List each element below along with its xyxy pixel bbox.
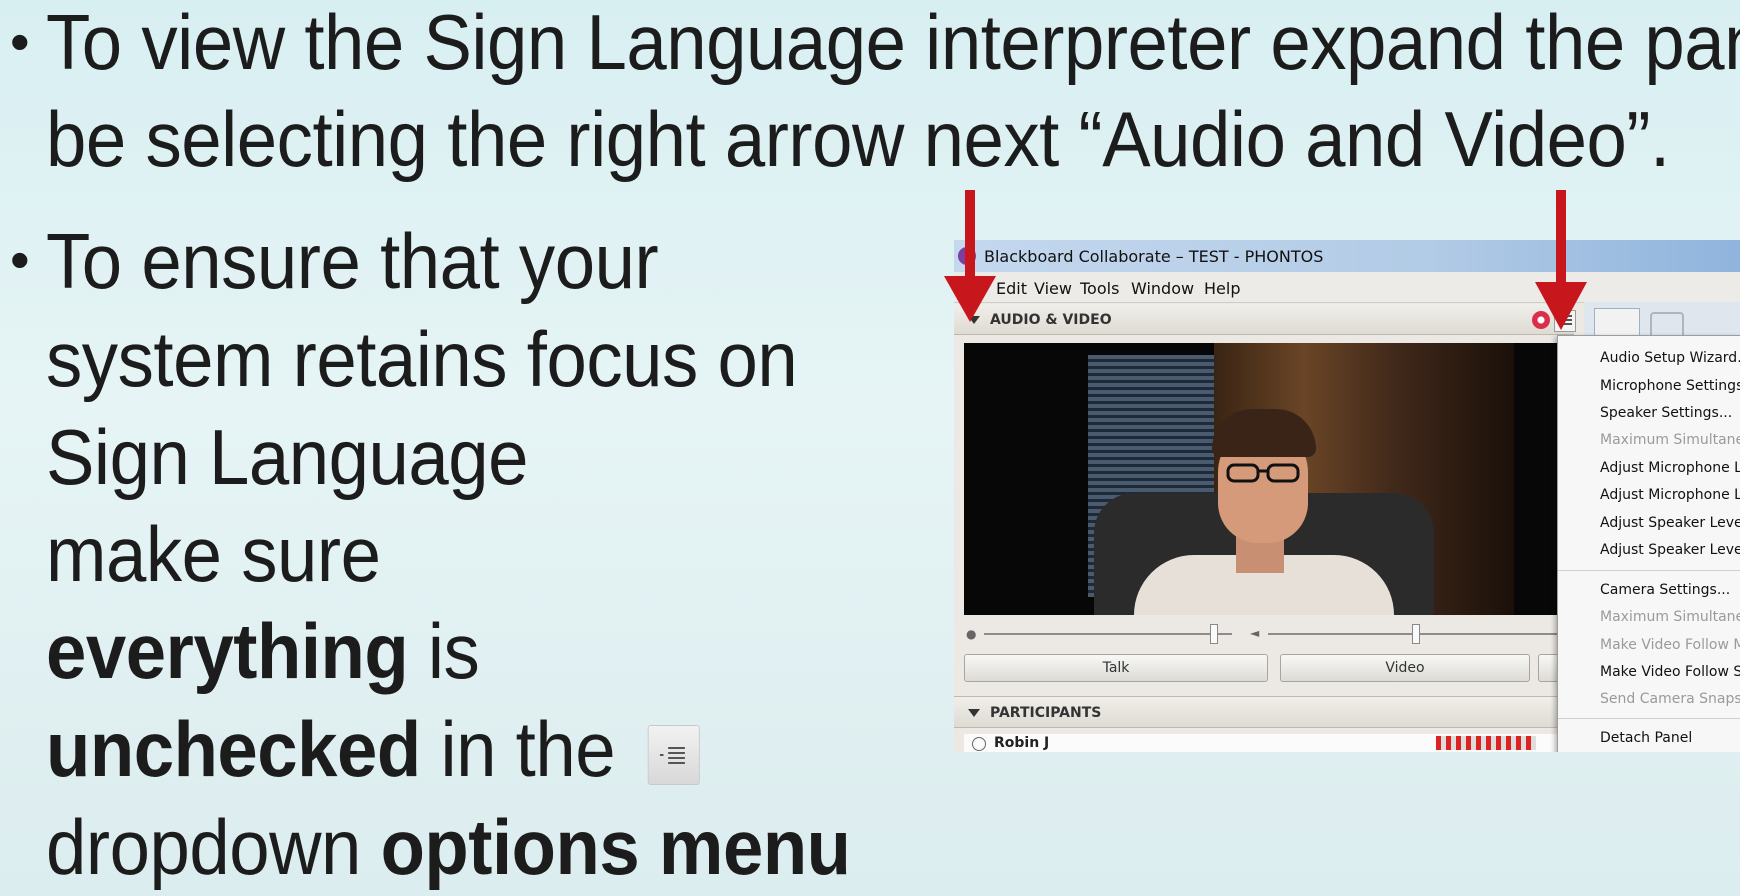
red-arrow-right: [1535, 190, 1587, 330]
menu-item-adjust-speaker-level-up[interactable]: Adjust Speaker Level U: [1600, 515, 1740, 531]
participants-label: PARTICIPANTS: [990, 705, 1102, 721]
menu-item-speaker-settings[interactable]: Speaker Settings...: [1600, 405, 1740, 421]
bullet2-line1: To ensure that your: [46, 217, 659, 305]
microphone-slider-track[interactable]: [984, 633, 1232, 635]
window-title: Blackboard Collaborate – TEST - PHONTOS: [984, 247, 1324, 266]
video-button[interactable]: Video: [1280, 654, 1530, 682]
volume-sliders: ● ◄: [964, 624, 1560, 644]
glasses: [1226, 463, 1300, 483]
speaker-slider-handle[interactable]: [1412, 624, 1420, 644]
text-dropdown: dropdown: [46, 803, 381, 891]
video-feed: [964, 343, 1560, 615]
menu-bar: Edit View Tools Window Help: [954, 272, 1740, 303]
menu-separator: [1558, 570, 1740, 571]
bullet2-line7: dropdown options menu: [46, 808, 851, 886]
talk-button[interactable]: Talk: [964, 654, 1268, 682]
menu-item-adjust-microphone-level-up[interactable]: Adjust Microphone Le: [1600, 460, 1740, 476]
red-arrow-left: [944, 190, 996, 322]
text-in-the: in the: [420, 705, 635, 793]
menu-item-microphone-settings[interactable]: Microphone Settings...: [1600, 378, 1740, 394]
participant-select-radio[interactable]: [972, 737, 986, 751]
participant-row[interactable]: Robin J: [964, 734, 1564, 752]
participants-panel-header[interactable]: PARTICIPANTS: [954, 696, 1574, 728]
bullet-dot: •: [10, 10, 30, 73]
menu-edit[interactable]: Edit: [996, 279, 1027, 298]
menu-item-audio-setup-wizard[interactable]: Audio Setup Wizard...: [1600, 350, 1740, 366]
collapse-triangle-icon[interactable]: [968, 709, 980, 717]
participant-name: Robin J: [994, 735, 1050, 751]
bullet1-line2: be selecting the right arrow next “Audio…: [46, 95, 1670, 183]
emphasis-options-menu: options menu: [380, 803, 851, 891]
microphone-icon: ●: [966, 627, 977, 641]
title-bar: Blackboard Collaborate – TEST - PHONTOS: [954, 240, 1740, 272]
options-dropdown-menu: Audio Setup Wizard... Microphone Setting…: [1557, 335, 1740, 752]
bullet2-line6: unchecked in the: [46, 710, 700, 788]
collaborate-screenshot: Blackboard Collaborate – TEST - PHONTOS …: [954, 240, 1740, 752]
emphasis-everything: everything: [46, 607, 409, 695]
menu-item-make-video-follow-speaker[interactable]: Make Video Follow Sp: [1600, 664, 1740, 680]
menu-item-maximum-simultaneous-cameras: Maximum Simultaneous: [1600, 609, 1740, 625]
bullet1-line1: To view the Sign Language interpreter ex…: [46, 0, 1740, 86]
emphasis-unchecked: unchecked: [46, 705, 421, 793]
bullet2-line3: Sign Language: [46, 413, 529, 501]
menu-tools[interactable]: Tools: [1080, 279, 1119, 298]
participant-status-icons: [1436, 736, 1536, 750]
menu-item-adjust-speaker-level-down[interactable]: Adjust Speaker Level D: [1600, 542, 1740, 558]
audio-video-panel-header[interactable]: AUDIO & VIDEO: [954, 304, 1574, 335]
audio-video-label: AUDIO & VIDEO: [990, 312, 1112, 328]
menu-view[interactable]: View: [1034, 279, 1072, 298]
text-is: is: [408, 607, 480, 695]
menu-item-detach-panel[interactable]: Detach Panel: [1600, 730, 1740, 746]
menu-item-adjust-microphone-level-down[interactable]: Adjust Microphone Le: [1600, 487, 1740, 503]
bullet2-line2: system retains focus on: [46, 315, 798, 403]
menu-separator: [1558, 718, 1740, 719]
speaker-icon: ◄: [1250, 626, 1260, 640]
menu-window[interactable]: Window: [1131, 279, 1194, 298]
microphone-slider-handle[interactable]: [1210, 624, 1218, 644]
menu-item-camera-settings[interactable]: Camera Settings...: [1600, 582, 1740, 598]
menu-item-send-camera-snapshot: Send Camera Snapsho: [1600, 691, 1740, 707]
bullet2-line5: everything is: [46, 612, 480, 690]
options-menu-icon: [647, 725, 700, 786]
bullet-dot: •: [10, 228, 30, 291]
bullet2-line4: make sure: [46, 510, 381, 598]
menu-item-make-video-follow-moderator: Make Video Follow Mo: [1600, 637, 1740, 653]
menu-help[interactable]: Help: [1204, 279, 1240, 298]
menu-item-maximum-simultaneous-talkers: Maximum Simultaneous: [1600, 432, 1740, 448]
